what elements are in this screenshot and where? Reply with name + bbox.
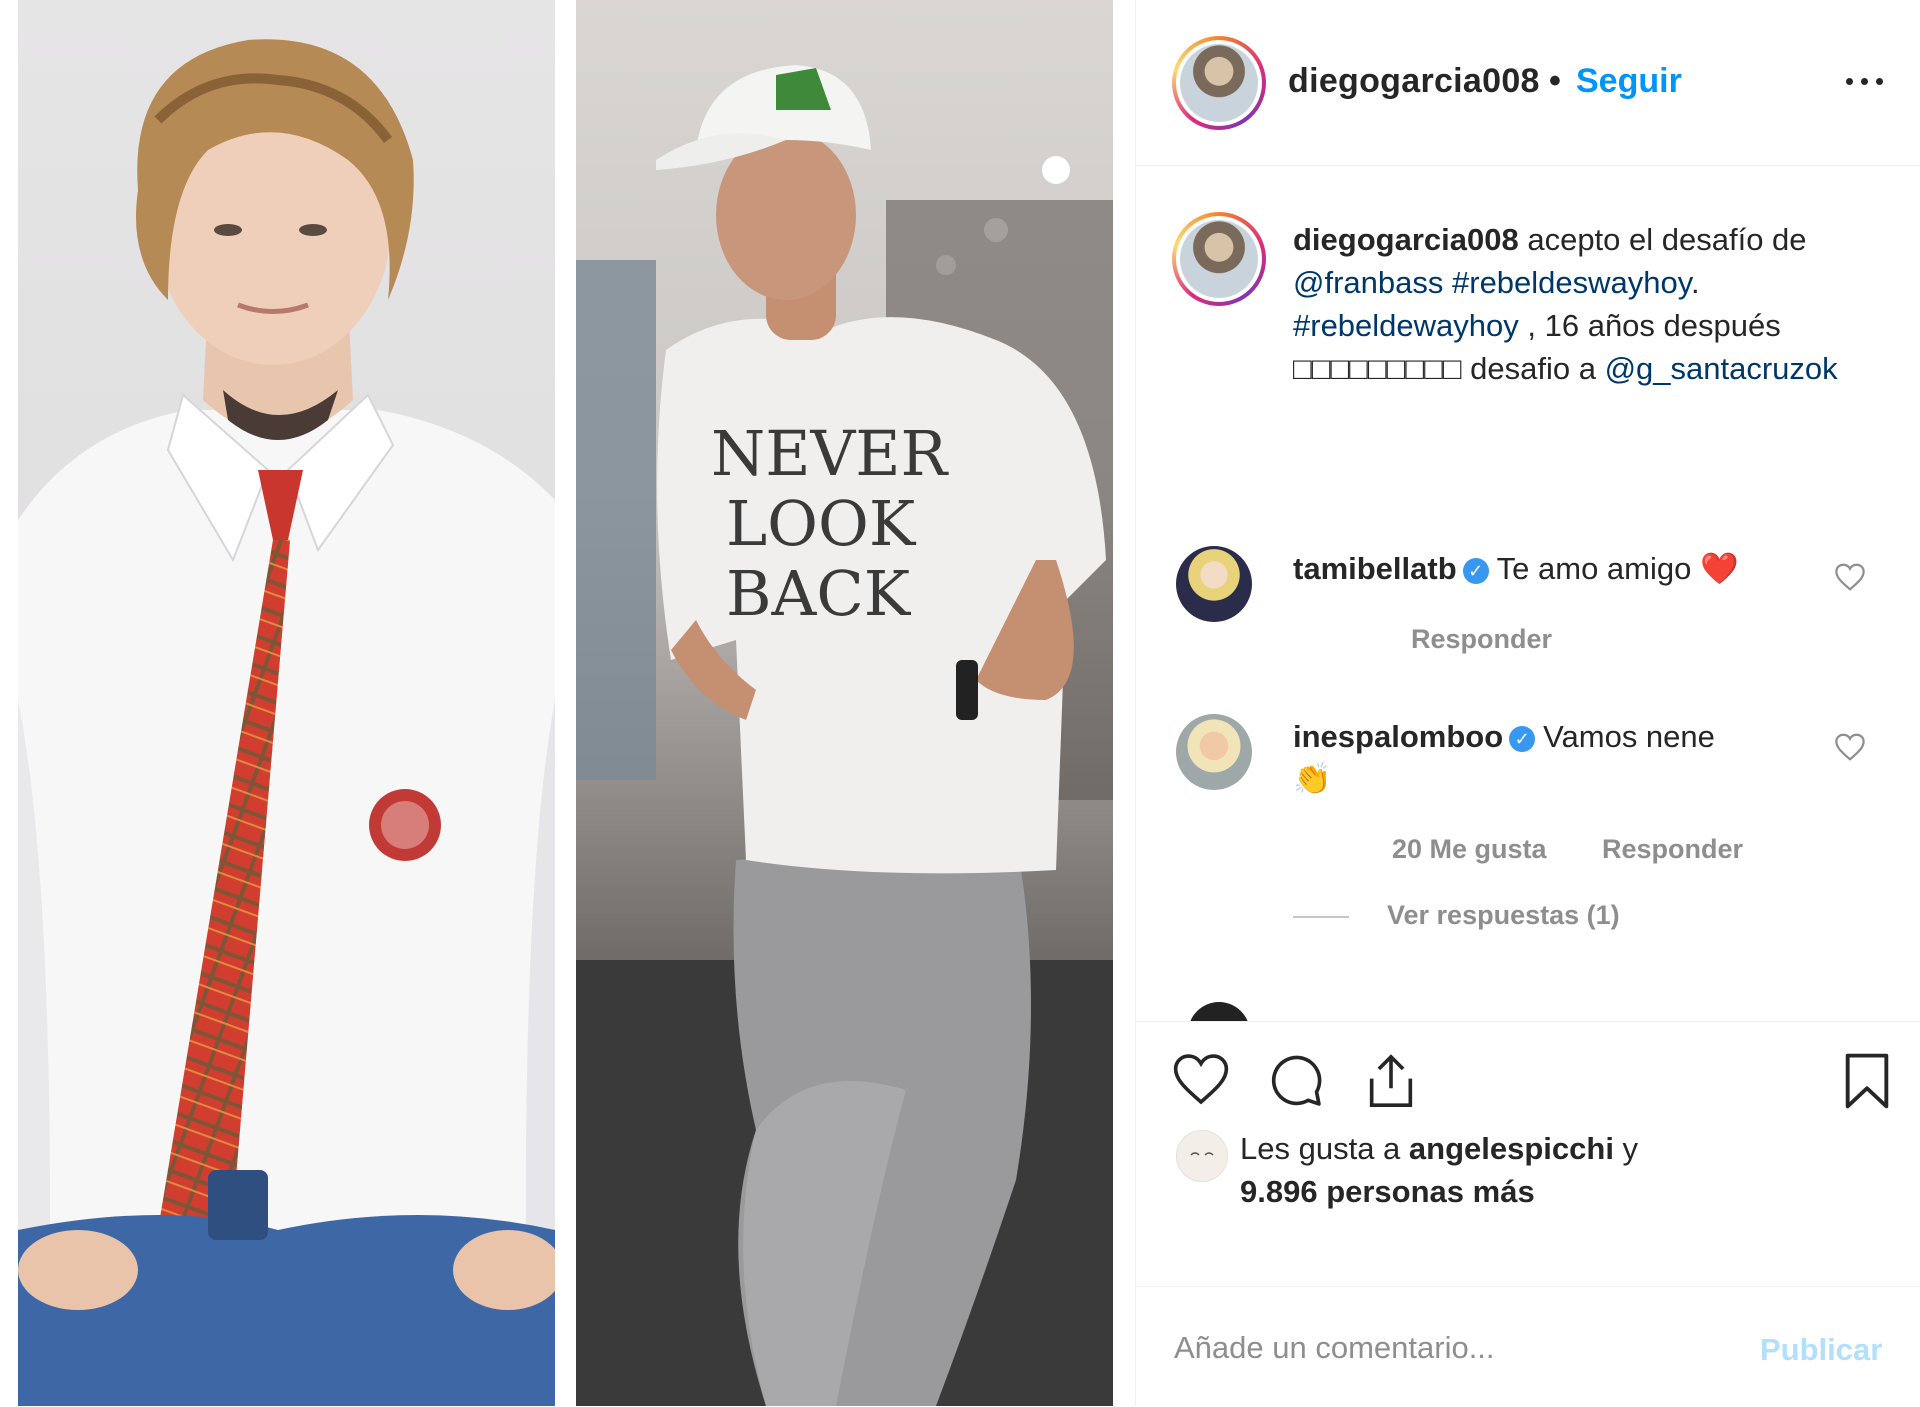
likes-summary: Les gusta a angelespicchi y 9.896 person… [1240, 1127, 1800, 1213]
comment-username[interactable]: tamibellatb [1293, 551, 1457, 586]
likes-count[interactable]: 9.896 personas más [1240, 1174, 1535, 1209]
comment-likes-count[interactable]: 20 Me gusta [1392, 834, 1547, 865]
photo-gym: NEVER LOOK BACK [576, 0, 1113, 1406]
heart-emoji: ❤️ [1700, 551, 1739, 586]
like-comment-heart-icon[interactable] [1833, 562, 1867, 592]
save-bookmark-icon[interactable] [1842, 1052, 1892, 1110]
caption-text-1: acepto el desafío de [1518, 222, 1807, 257]
header-username[interactable]: diegogarcia008 [1288, 62, 1540, 101]
svg-text:LOOK: LOOK [726, 487, 917, 560]
comment-text: Vamos nene [1543, 719, 1715, 754]
comment-body: tamibellatb ✓ Te amo amigo ❤️ [1293, 548, 1833, 590]
like-comment-heart-icon[interactable] [1833, 732, 1867, 762]
view-replies-button[interactable]: Ver respuestas (1) [1387, 900, 1620, 931]
publish-button[interactable]: Publicar [1760, 1332, 1882, 1368]
svg-text:BACK: BACK [726, 557, 912, 630]
svg-text:NEVER: NEVER [711, 417, 950, 490]
post-media[interactable]: NEVER LOOK BACK [0, 0, 1135, 1406]
mention-franbass[interactable]: @franbass [1293, 265, 1443, 300]
post-caption: diegogarcia008 acepto el desafío de @fra… [1293, 218, 1873, 390]
post-header: diegogarcia008 • Seguir [1136, 0, 1920, 166]
verified-badge-icon: ✓ [1509, 726, 1536, 752]
liker-avatar[interactable] [1176, 1130, 1228, 1182]
comments-scroll-area[interactable]: diegogarcia008 acepto el desafío de @fra… [1136, 166, 1920, 1021]
comment-text: Te amo amigo [1496, 551, 1692, 586]
follow-button[interactable]: Seguir [1576, 62, 1682, 101]
comment-avatar[interactable] [1176, 714, 1252, 790]
liker-username[interactable]: angelespicchi [1409, 1131, 1614, 1166]
caption-text-4: desafio a [1461, 351, 1605, 386]
comment-input[interactable] [1172, 1317, 1736, 1379]
comment-item: tamibellatb ✓ Te amo amigo ❤️ Responder [1136, 546, 1920, 706]
more-options-icon[interactable] [1844, 70, 1886, 92]
reply-button[interactable]: Responder [1411, 624, 1552, 655]
caption-space [1443, 265, 1452, 300]
caption-emoji-placeholders: □□□□□□□□□ [1293, 351, 1462, 386]
likes-middle: y [1613, 1131, 1639, 1166]
mention-g-santacruzok[interactable]: @g_santacruzok [1605, 351, 1838, 386]
caption-text-3: , 16 años después [1518, 308, 1781, 343]
post-panel: diegogarcia008 • Seguir diegogarcia008 a… [1135, 0, 1920, 1406]
caption-avatar[interactable] [1172, 212, 1266, 306]
caption-text-2: . [1690, 265, 1700, 300]
reply-button[interactable]: Responder [1602, 834, 1743, 865]
comment-item: inespalomboo ✓ Vamos nene 👏 20 Me gusta Re… [1136, 714, 1920, 1014]
clapping-emoji: 👏 [1293, 761, 1332, 796]
replies-divider [1293, 916, 1349, 918]
comment-body: inespalomboo ✓ Vamos nene 👏 [1293, 716, 1833, 800]
header-separator: • [1549, 62, 1561, 100]
photo-school-uniform [18, 0, 555, 1406]
profile-avatar[interactable] [1172, 36, 1266, 130]
like-heart-icon[interactable] [1172, 1052, 1230, 1106]
verified-badge-icon: ✓ [1462, 558, 1489, 584]
post-actions: Les gusta a angelespicchi y 9.896 person… [1136, 1021, 1920, 1287]
comment-bubble-icon[interactable] [1267, 1052, 1325, 1110]
add-comment-bar: Publicar [1136, 1286, 1920, 1407]
hashtag-rebeldeswayhoy[interactable]: #rebeldeswayhoy [1452, 265, 1691, 300]
hashtag-rebeldewayhoy[interactable]: #rebeldewayhoy [1293, 308, 1519, 343]
comment-avatar[interactable] [1176, 546, 1252, 622]
likes-prefix: Les gusta a [1240, 1131, 1409, 1166]
caption-username[interactable]: diegogarcia008 [1293, 222, 1519, 257]
comment-username[interactable]: inespalomboo [1293, 719, 1503, 754]
share-icon[interactable] [1362, 1052, 1420, 1110]
